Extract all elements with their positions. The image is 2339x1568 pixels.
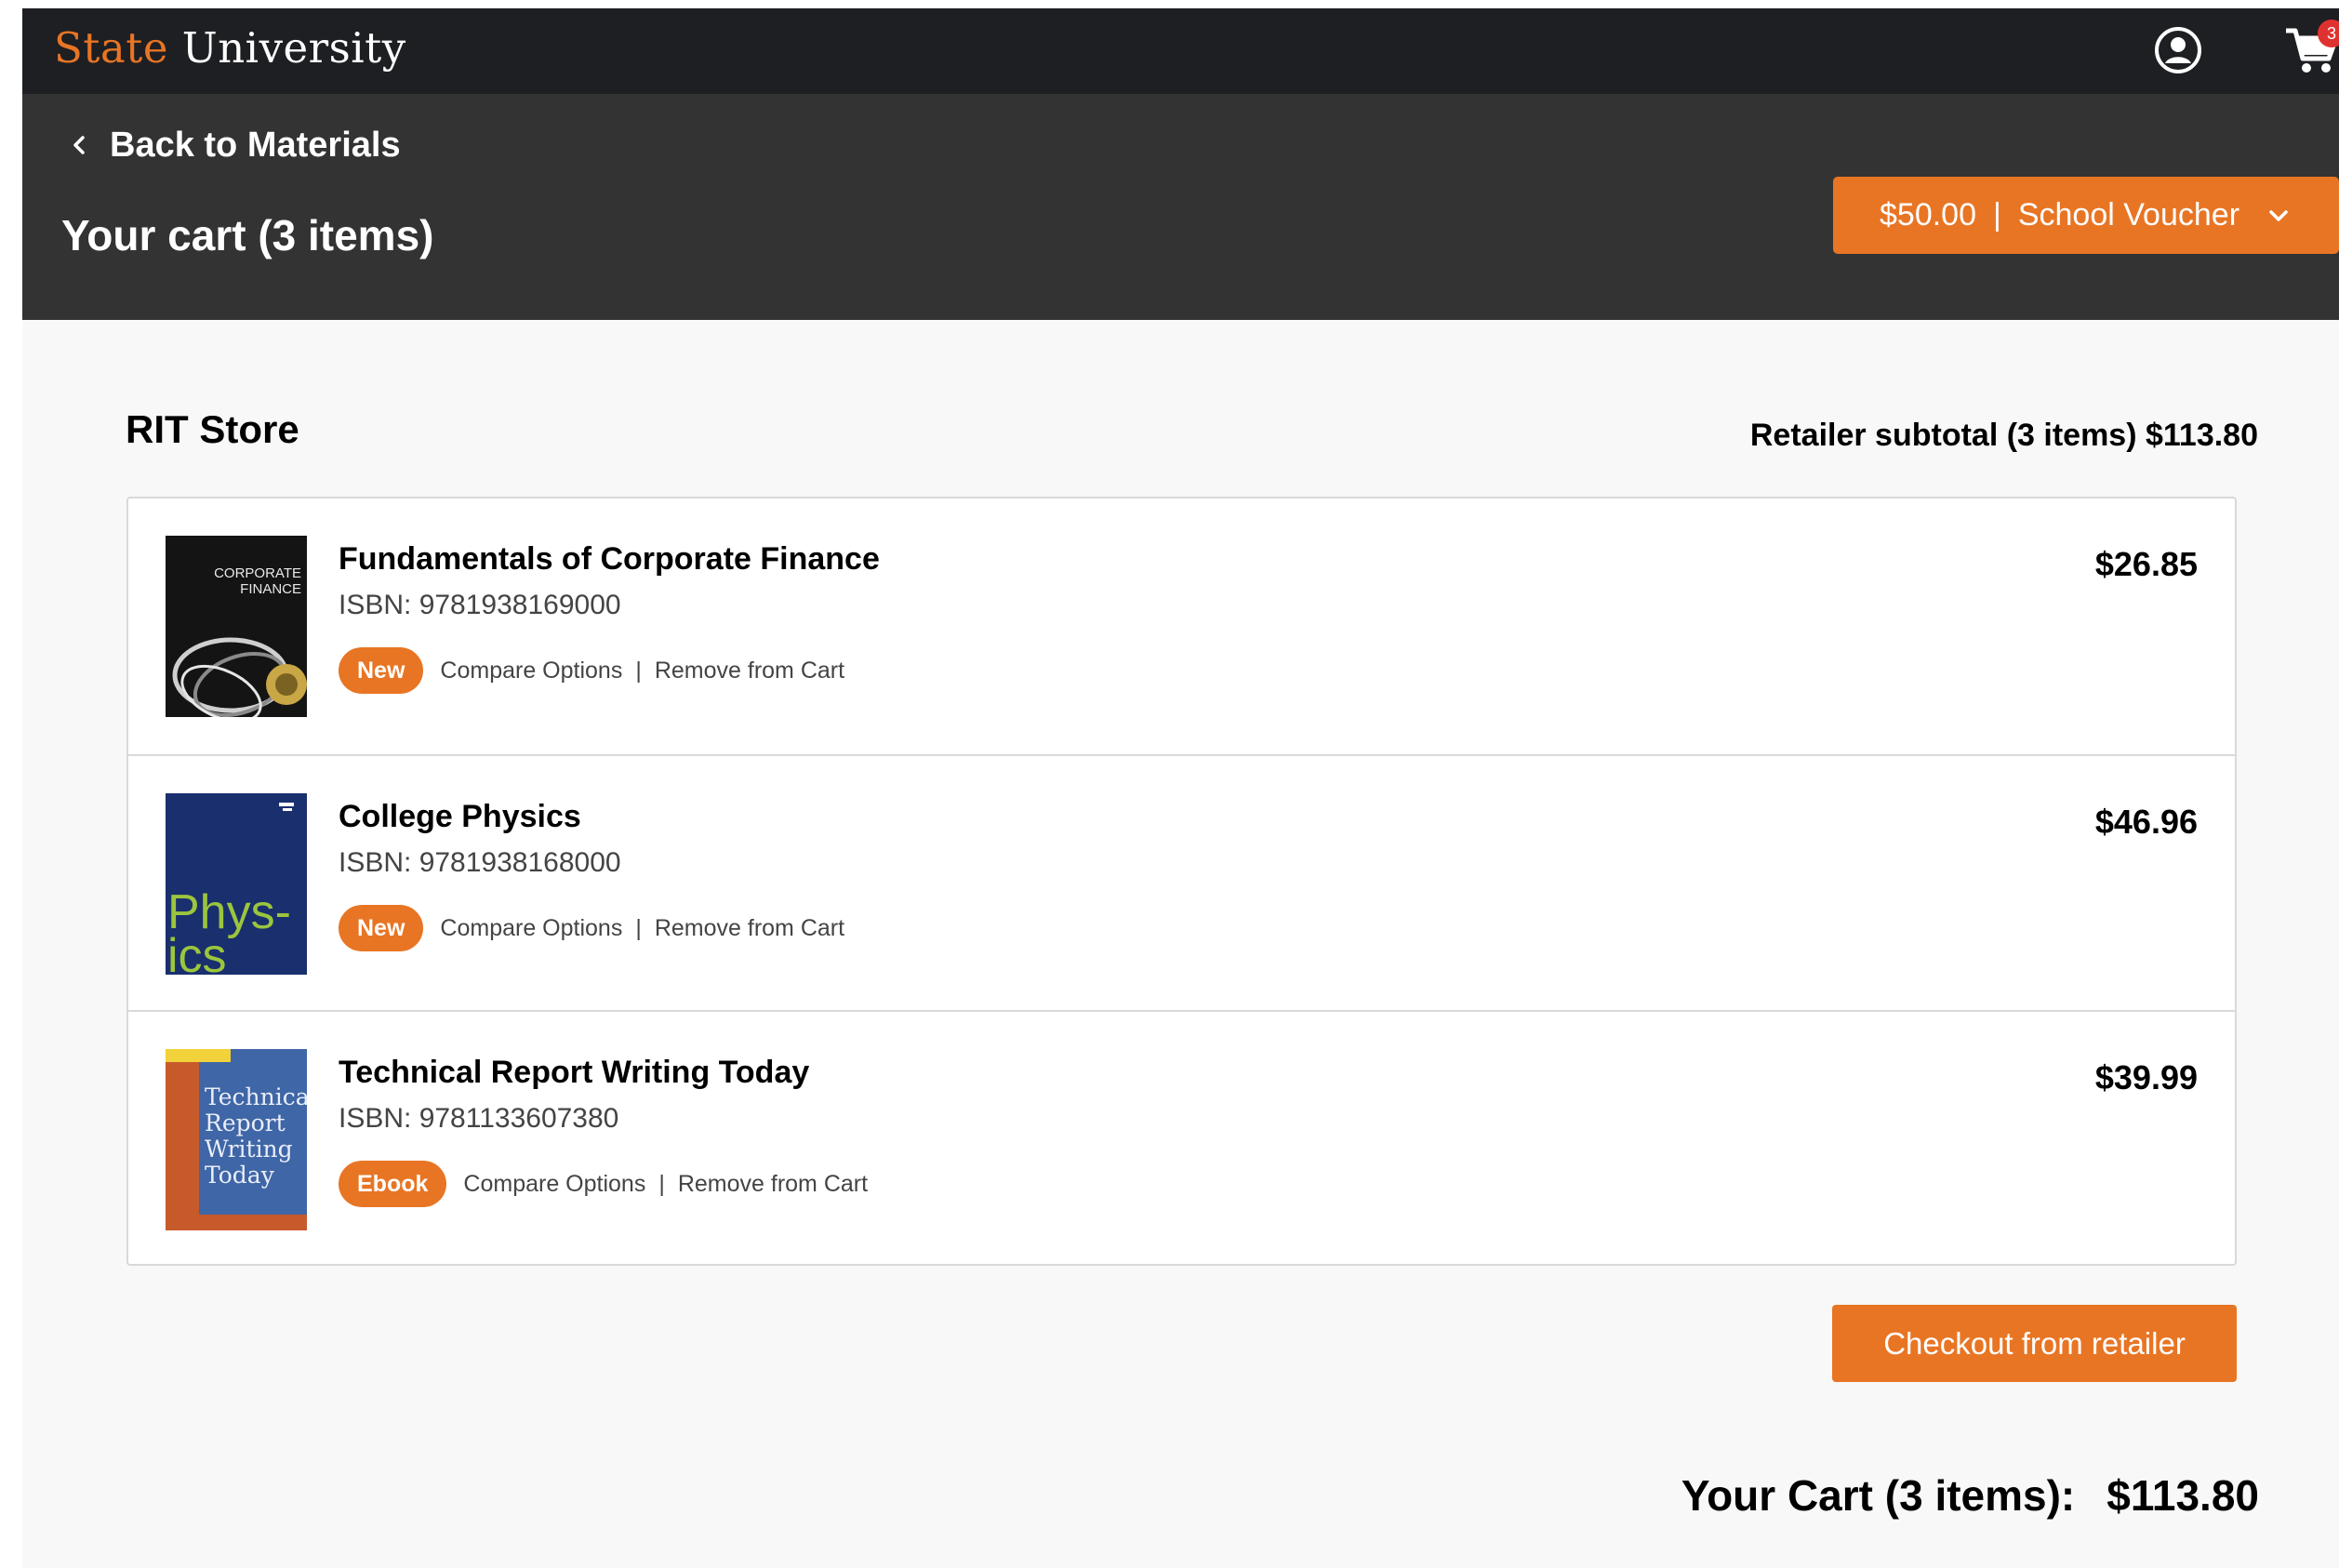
item-actions: New Compare Options | Remove from Cart <box>339 647 844 694</box>
account-icon[interactable] <box>2153 25 2203 75</box>
item-title[interactable]: Technical Report Writing Today <box>339 1052 809 1093</box>
cover-text-line2: FINANCE <box>240 581 301 597</box>
action-separator: | <box>635 657 642 684</box>
remove-from-cart-link[interactable]: Remove from Cart <box>655 658 844 684</box>
compare-options-link[interactable]: Compare Options <box>463 1171 645 1198</box>
condition-badge: New <box>339 905 424 951</box>
cover-text-line1: Technical <box>205 1083 307 1110</box>
voucher-label: School Voucher <box>2017 197 2240 233</box>
item-isbn: ISBN: 9781938169000 <box>339 590 621 620</box>
cart-item: CORPORATE FINANCE Fundamentals of Corpor… <box>128 498 2235 754</box>
cover-text-line1: CORPORATE <box>214 565 301 581</box>
voucher-dropdown[interactable]: $50.00 | School Voucher <box>1833 177 2339 254</box>
remove-from-cart-link[interactable]: Remove from Cart <box>678 1171 868 1198</box>
cart-total-amount: $113.80 <box>2106 1471 2259 1520</box>
cart-item: Technical Report Writing Today Technical… <box>128 1010 2235 1266</box>
top-navigation: State University 3 <box>22 8 2339 94</box>
item-actions: New Compare Options | Remove from Cart <box>339 905 844 951</box>
cart-total-label: Your Cart (3 items): <box>1681 1471 2076 1520</box>
retailer-subtotal: Retailer subtotal (3 items) $113.80 <box>1749 418 2258 453</box>
book-cover-corporate-finance[interactable]: CORPORATE FINANCE <box>166 536 307 717</box>
cart-total: Your Cart (3 items): $113.80 <box>1681 1467 2259 1524</box>
remove-from-cart-link[interactable]: Remove from Cart <box>655 915 844 942</box>
action-separator: | <box>658 1170 665 1197</box>
brand-logo[interactable]: State University <box>54 21 406 75</box>
item-price: $26.85 <box>2094 545 2198 583</box>
compare-options-link[interactable]: Compare Options <box>440 658 622 684</box>
compare-options-link[interactable]: Compare Options <box>440 915 622 942</box>
cart-count-badge: 3 <box>2318 20 2339 47</box>
cover-text-line3: Writing <box>205 1136 293 1163</box>
back-link-label: Back to Materials <box>110 125 401 165</box>
brand-accent: State <box>54 23 168 73</box>
book-cover-college-physics[interactable]: Phys- ics <box>166 793 307 975</box>
voucher-amount: $50.00 <box>1880 197 1976 233</box>
store-name: RIT Store <box>126 407 299 451</box>
item-title[interactable]: Fundamentals of Corporate Finance <box>339 538 880 579</box>
page-title: Your cart (3 items) <box>61 211 434 259</box>
back-to-materials-link[interactable]: Back to Materials <box>69 122 401 168</box>
action-separator: | <box>635 914 642 941</box>
item-actions: Ebook Compare Options | Remove from Cart <box>339 1161 868 1207</box>
brand-rest: University <box>167 23 406 73</box>
format-badge: Ebook <box>339 1161 447 1207</box>
item-title[interactable]: College Physics <box>339 796 581 837</box>
chevron-left-icon <box>73 136 85 154</box>
chevron-down-icon <box>2269 209 2288 221</box>
item-isbn: ISBN: 9781133607380 <box>339 1103 619 1134</box>
condition-badge: New <box>339 647 424 694</box>
cover-text-line2: Report <box>205 1110 286 1136</box>
item-price: $39.99 <box>2094 1058 2198 1096</box>
checkout-button[interactable]: Checkout from retailer <box>1832 1305 2237 1382</box>
cover-text-line2: ics <box>167 929 227 975</box>
cover-text-line4: Today <box>205 1162 275 1189</box>
item-price: $46.96 <box>2094 803 2198 841</box>
cart-item-list: CORPORATE FINANCE Fundamentals of Corpor… <box>126 497 2237 1266</box>
book-cover-technical-report-writing[interactable]: Technical Report Writing Today <box>166 1049 307 1230</box>
app-frame: State University 3 Back to Materials You… <box>22 8 2339 1568</box>
voucher-separator: | <box>1993 197 2001 233</box>
item-isbn: ISBN: 9781938168000 <box>339 847 621 878</box>
cart-item: Phys- ics College Physics ISBN: 97819381… <box>128 754 2235 1010</box>
